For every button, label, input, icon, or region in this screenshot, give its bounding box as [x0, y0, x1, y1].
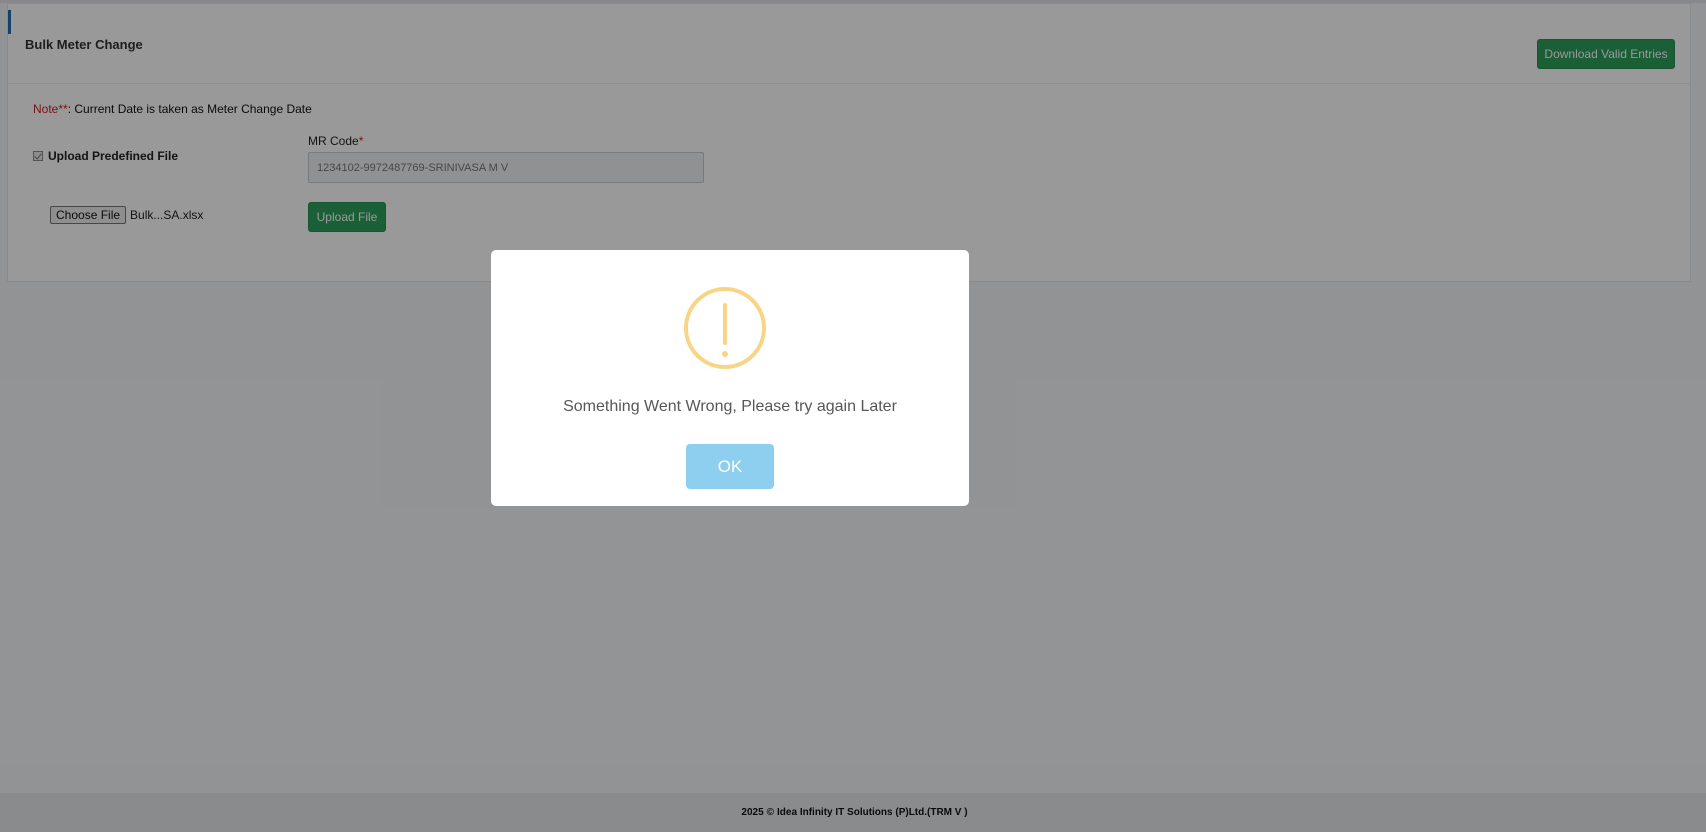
error-message: Something Went Wrong, Please try again L…: [563, 398, 897, 415]
page: Bulk Meter Change Download Valid Entries…: [0, 0, 1706, 832]
ok-button[interactable]: OK: [686, 444, 774, 489]
warning-icon: [684, 287, 766, 369]
error-dialog: Something Went Wrong, Please try again L…: [491, 250, 969, 506]
warning-icon-bar: [723, 303, 727, 345]
warning-icon-dot: [722, 351, 728, 357]
